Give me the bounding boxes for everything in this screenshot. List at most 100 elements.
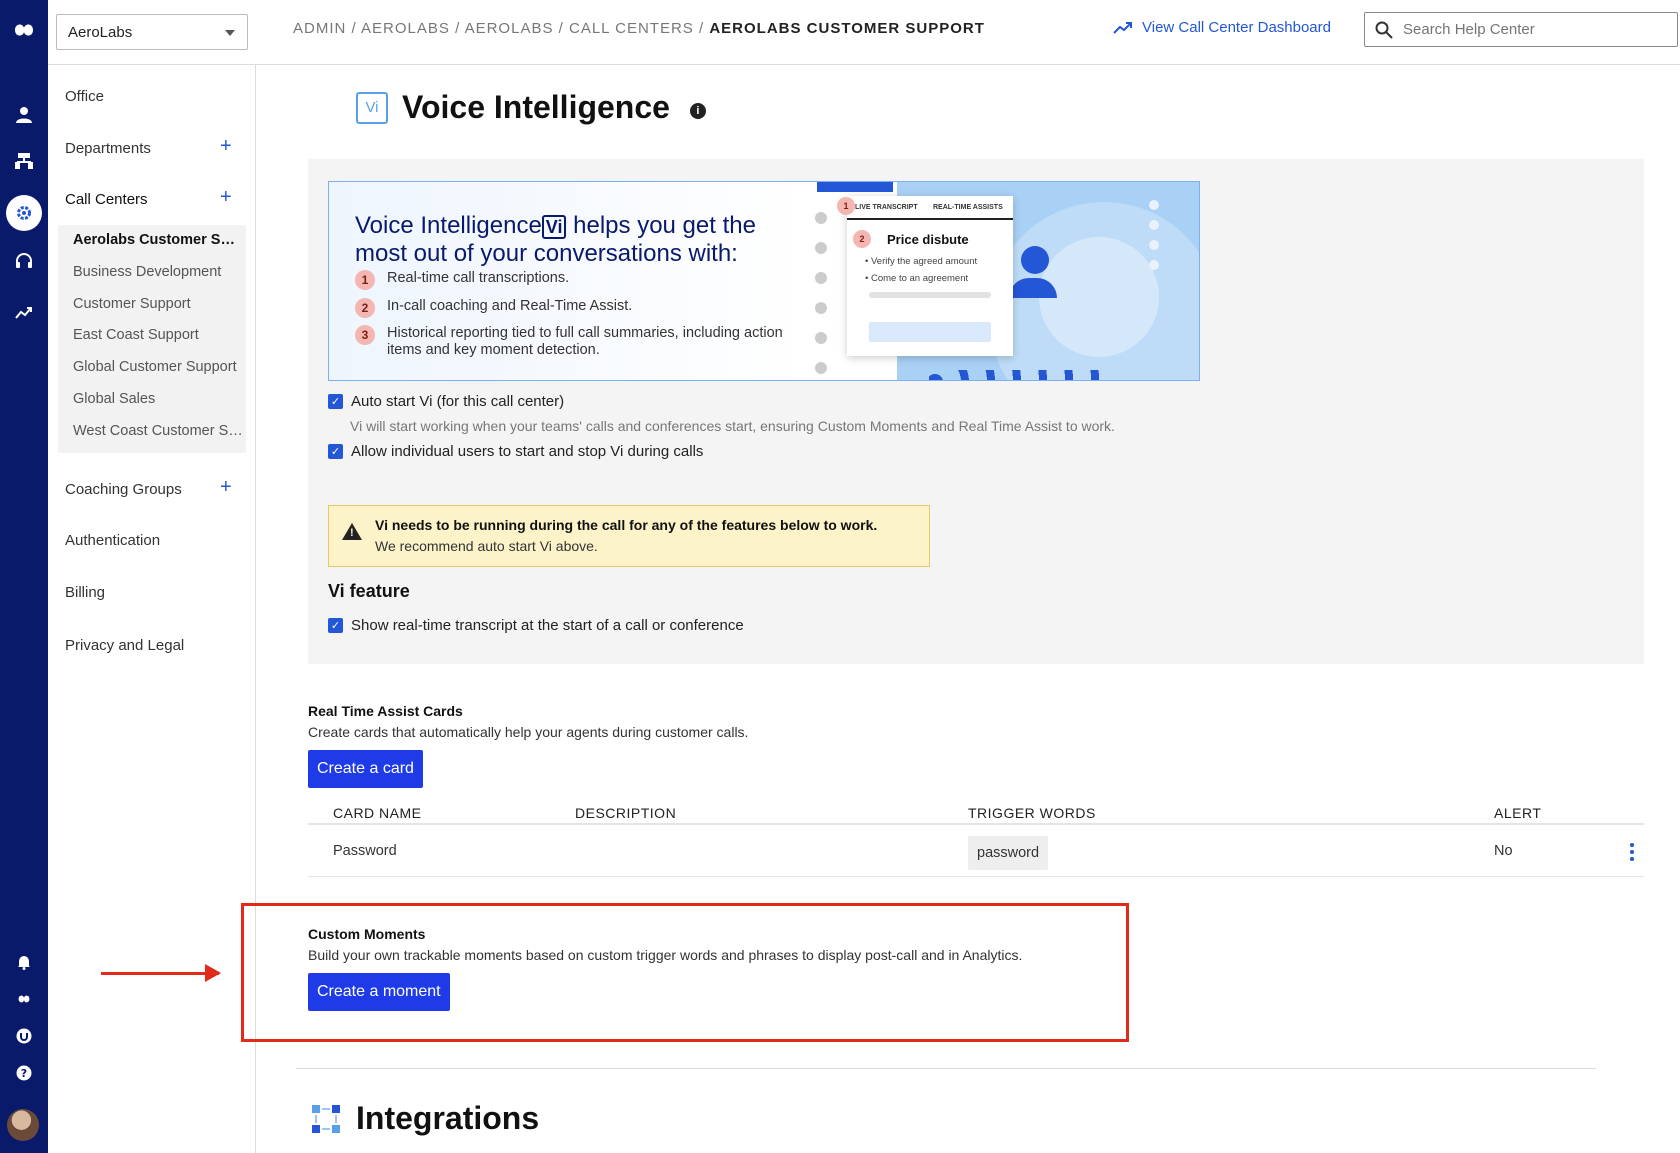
user-icon[interactable] <box>10 101 38 129</box>
transcript-row: ✓ Show real-time transcript at the start… <box>328 617 744 634</box>
svg-text:?: ? <box>21 1067 27 1080</box>
bullet-text: Historical reporting tied to full call s… <box>387 325 783 358</box>
banner-heading: Voice Intelligence Vi helps you get the m… <box>355 212 795 268</box>
sidebar-item-departments[interactable]: Departments <box>65 140 151 157</box>
breadcrumb-item-call-centers[interactable]: CALL CENTERS <box>569 20 694 37</box>
row-more-options-icon[interactable] <box>1630 843 1634 861</box>
sidebar-item-call-centers[interactable]: Call Centers <box>65 191 148 208</box>
highlight-arrow <box>101 964 221 982</box>
rta-heading: Real Time Assist Cards <box>308 703 463 719</box>
vi-badge-icon: Vi <box>541 215 567 239</box>
dialpad-mini-logo-icon[interactable] <box>10 985 38 1013</box>
search-icon <box>1375 21 1393 39</box>
column-trigger-words[interactable]: TRIGGER WORDS <box>968 805 1096 821</box>
add-coaching-group-button[interactable]: + <box>220 477 232 497</box>
integrations-title: Integrations <box>310 1100 539 1137</box>
illustration-step-badge: 2 <box>853 230 871 248</box>
sidebar-item-office[interactable]: Office <box>65 88 104 105</box>
warning-line-2: We recommend auto start Vi above. <box>375 538 598 554</box>
call-center-item-global-sales[interactable]: Global Sales <box>73 391 243 407</box>
warning-icon: ! <box>342 523 362 540</box>
bullet-text: In-call coaching and Real-Time Assist. <box>387 298 633 314</box>
bullet-text: Real-time call transcriptions. <box>387 270 570 286</box>
help-search-box[interactable] <box>1364 12 1678 47</box>
allow-users-checkbox[interactable]: ✓ <box>328 444 343 459</box>
breadcrumb-separator: / <box>346 20 362 37</box>
cell-card-name: Password <box>333 843 397 859</box>
vi-logo-icon: Vi <box>356 91 388 124</box>
call-center-list: Aerolabs Customer Support Business Devel… <box>58 225 246 453</box>
breadcrumb-item-aerolabs-office[interactable]: AEROLABS <box>465 20 554 37</box>
main-content: Vi Voice Intelligence i Voice Intelligen… <box>241 65 1680 1153</box>
help-icon[interactable]: ? <box>10 1059 38 1087</box>
breadcrumb-item-aerolabs[interactable]: AEROLABS <box>361 20 450 37</box>
banner-bullet: 3 Historical reporting tied to full call… <box>355 325 795 359</box>
transcript-label: Show real-time transcript at the start o… <box>351 617 744 634</box>
create-card-button[interactable]: Create a card <box>308 750 423 788</box>
custom-moments-heading: Custom Moments <box>308 926 426 942</box>
auto-start-vi-hint: Vi will start working when your teams' c… <box>350 418 1115 434</box>
call-center-item-business-development[interactable]: Business Development <box>73 264 243 280</box>
sidebar-item-coaching-groups[interactable]: Coaching Groups <box>65 481 182 498</box>
org-chart-icon[interactable] <box>10 147 38 175</box>
settings-gear-icon[interactable] <box>6 195 42 231</box>
sidebar-item-privacy-legal[interactable]: Privacy and Legal <box>65 637 184 654</box>
column-description[interactable]: DESCRIPTION <box>575 805 676 821</box>
integrations-title-text: Integrations <box>356 1100 540 1136</box>
auto-start-vi-checkbox[interactable]: ✓ <box>328 394 343 409</box>
page-title: Vi Voice Intelligence i <box>356 89 706 126</box>
illustration-card-item: • Come to an agreement <box>865 273 969 284</box>
info-icon[interactable]: i <box>689 102 706 119</box>
auto-start-vi-row: ✓ Auto start Vi (for this call center) <box>328 393 564 410</box>
bullet-number: 2 <box>355 298 375 318</box>
headset-icon[interactable] <box>10 247 38 275</box>
rta-description: Create cards that automatically help you… <box>308 724 749 740</box>
app-rail: ? <box>0 0 48 1153</box>
top-bar: AeroLabs ADMIN / AEROLABS / AEROLABS / C… <box>48 0 1680 65</box>
illustration-card-title: Price disbute <box>887 232 969 247</box>
warning-line-1: Vi needs to be running during the call f… <box>375 517 878 533</box>
create-moment-button[interactable]: Create a moment <box>308 973 450 1011</box>
illustration-card-item-text: Verify the agreed amount <box>870 256 978 267</box>
sidebar-item-billing[interactable]: Billing <box>65 584 105 601</box>
add-call-center-button[interactable]: + <box>220 187 232 207</box>
call-center-item-aerolabs-customer-support[interactable]: Aerolabs Customer Support <box>73 232 243 248</box>
notification-bell-icon[interactable] <box>10 948 38 976</box>
transcript-checkbox[interactable]: ✓ <box>328 618 343 633</box>
banner-heading-pre: Voice Intelligence <box>355 212 542 239</box>
analytics-trend-icon[interactable] <box>10 299 38 327</box>
call-center-item-global-customer-support[interactable]: Global Customer Support <box>73 359 243 375</box>
organization-select[interactable]: AeroLabs <box>56 14 248 50</box>
trigger-word-tag: password <box>968 836 1049 870</box>
integrations-icon <box>310 1103 342 1135</box>
column-card-name[interactable]: CARD NAME <box>333 805 422 821</box>
illustration-assist-card: LIVE TRANSCRIPT REAL-TIME ASSISTS 1 2 Pr… <box>837 196 1013 356</box>
dialpad-logo-icon[interactable] <box>10 16 38 44</box>
allow-users-row: ✓ Allow individual users to start and st… <box>328 443 703 460</box>
column-alert[interactable]: ALERT <box>1494 805 1541 821</box>
settings-sidebar: Office Departments + Call Centers + Aero… <box>48 65 256 1153</box>
view-dashboard-link[interactable]: View Call Center Dashboard <box>1113 19 1331 36</box>
illustration-circle <box>1039 237 1159 357</box>
ai-assistant-icon[interactable] <box>10 1022 38 1050</box>
rta-table-header: CARD NAME DESCRIPTION TRIGGER WORDS ALER… <box>308 805 1644 825</box>
breadcrumb: ADMIN / AEROLABS / AEROLABS / CALL CENTE… <box>293 20 985 37</box>
search-input[interactable] <box>1403 21 1663 38</box>
add-department-button[interactable]: + <box>220 136 232 156</box>
table-row[interactable]: Password password No <box>308 827 1644 877</box>
user-avatar[interactable] <box>7 1109 39 1141</box>
section-divider <box>296 1068 1596 1069</box>
vi-feature-heading: Vi feature <box>328 581 410 601</box>
call-center-item-east-coast-support[interactable]: East Coast Support <box>73 327 243 343</box>
call-center-item-west-coast-customer-support[interactable]: West Coast Customer Support <box>73 423 243 439</box>
banner-illustration: LIVE TRANSCRIPT REAL-TIME ASSISTS 1 2 Pr… <box>809 182 1199 380</box>
auto-start-vi-label: Auto start Vi (for this call center) <box>351 393 565 410</box>
illustration-step-badge: 1 <box>837 197 855 215</box>
illustration-tab-transcript: LIVE TRANSCRIPT <box>855 204 918 211</box>
call-center-item-customer-support[interactable]: Customer Support <box>73 296 243 312</box>
sidebar-item-authentication[interactable]: Authentication <box>65 532 160 549</box>
breadcrumb-separator: / <box>553 20 569 37</box>
agent-avatar-icon <box>1021 246 1049 274</box>
breadcrumb-item-admin[interactable]: ADMIN <box>293 20 346 37</box>
illustration-card-item: • Verify the agreed amount <box>865 256 978 267</box>
